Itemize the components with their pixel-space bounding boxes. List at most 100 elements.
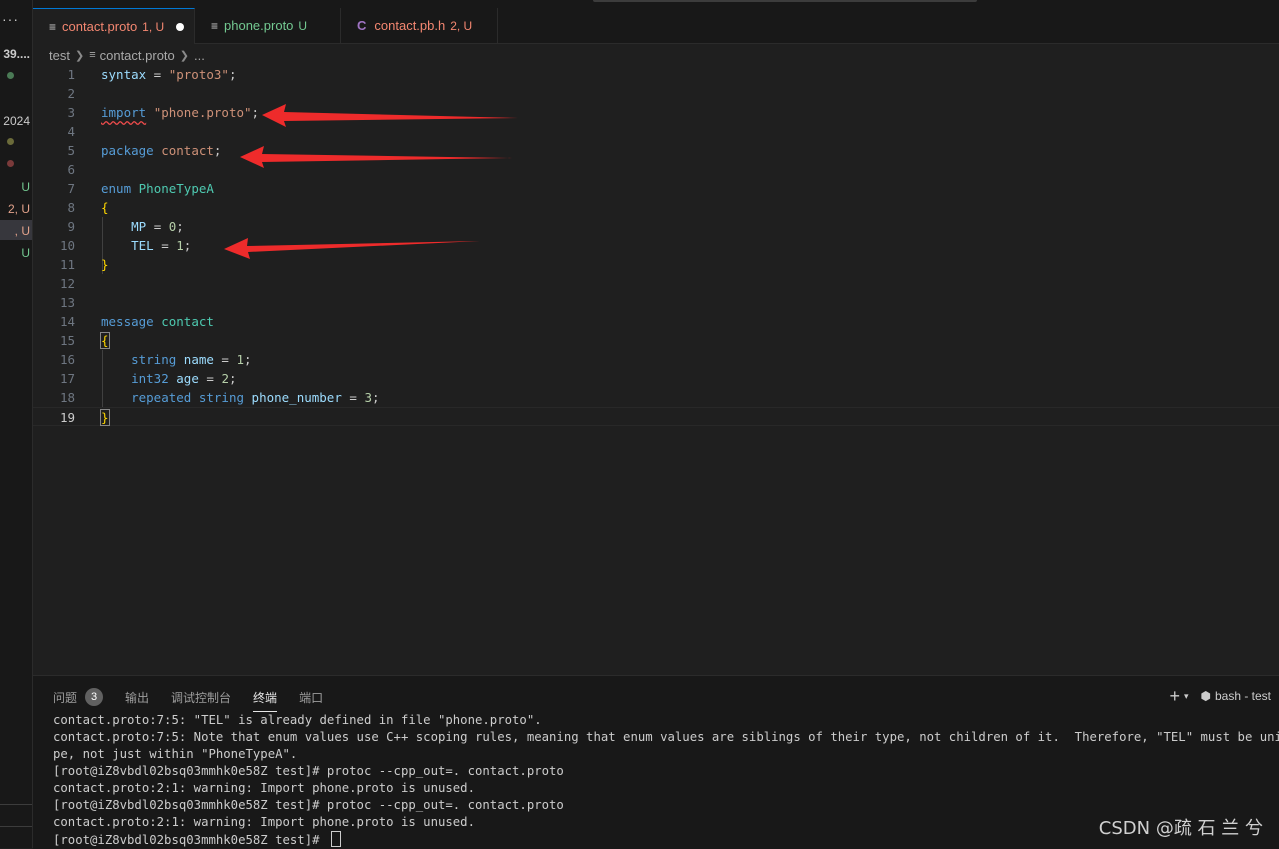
title-strip	[33, 0, 1279, 8]
new-terminal-plus-icon[interactable]: +	[1169, 686, 1180, 707]
watermark: CSDN @疏 石 兰 兮	[1098, 818, 1263, 839]
terminal-line: contact.proto:2:1: warning: Import phone…	[53, 815, 475, 829]
tab-label: 端口	[299, 690, 324, 705]
terminal-line: pe, not just within "PhoneTypeA".	[53, 747, 298, 761]
line-number: 10	[59, 238, 75, 253]
code-text: {	[100, 332, 110, 349]
tab-problems[interactable]: 问题 3	[53, 686, 104, 708]
status-dot-icon	[7, 138, 14, 145]
code-text: import "phone.proto";	[101, 105, 260, 120]
code-text: enum PhoneTypeA	[101, 181, 214, 196]
terminal-line: [root@iZ8vbdl02bsq03mmhk0e58Z test]# pro…	[53, 763, 564, 780]
line-number: 12	[59, 276, 75, 291]
code-line: 1 syntax = "proto3";	[33, 65, 1279, 84]
terminal-shell-icon: ⬢	[1200, 689, 1211, 703]
breadcrumb-file[interactable]: contact.proto	[100, 48, 175, 63]
tab-status: U	[298, 18, 308, 33]
terminal-line: [root@iZ8vbdl02bsq03mmhk0e58Z test]#	[53, 831, 341, 848]
tab-terminal[interactable]: 终端	[253, 686, 278, 712]
panel-tabs: 问题 3 输出 调试控制台 终端 端口	[53, 686, 345, 712]
code-text: TEL = 1;	[131, 238, 192, 253]
line-number: 4	[67, 124, 75, 139]
line-number: 5	[67, 143, 75, 158]
breadcrumb: test ❯ ≡ contact.proto ❯ ...	[49, 46, 205, 64]
code-line: 13	[33, 293, 1279, 312]
terminal-actions: + ▾ ⬢ bash - test	[1169, 686, 1271, 706]
sidebar-item-status[interactable]: 2, U	[8, 202, 30, 216]
code-line: 9 MP = 0;	[33, 217, 1279, 236]
line-number: 2	[67, 86, 75, 101]
code-line: 7 enum PhoneTypeA	[33, 179, 1279, 198]
terminal-line: [root@iZ8vbdl02bsq03mmhk0e58Z test]# pro…	[53, 797, 564, 814]
lines-icon: ≡	[49, 19, 57, 34]
tab-ports[interactable]: 端口	[299, 686, 323, 708]
code-text: string name = 1;	[131, 352, 252, 367]
command-center[interactable]	[593, 0, 977, 2]
sidebar-item-status[interactable]: U	[21, 180, 30, 194]
explorer-sidebar: ··· 39.... 2024 U 2, U , U U	[0, 0, 33, 848]
line-number: 13	[59, 295, 75, 310]
bottom-panel: 问题 3 输出 调试控制台 终端 端口 + ▾ ⬢ bash - test co…	[33, 675, 1279, 849]
code-line: 5 package contact;	[33, 141, 1279, 160]
tab-debug-console[interactable]: 调试控制台	[171, 686, 231, 708]
code-line: 4	[33, 122, 1279, 141]
line-number: 14	[59, 314, 75, 329]
tab-contact-pb-h[interactable]: C contact.pb.h 2, U	[341, 8, 498, 43]
sidebar-item-status[interactable]: , U	[15, 224, 30, 238]
sidebar-item-label[interactable]: 2024	[3, 114, 30, 128]
code-text: syntax = "proto3";	[101, 67, 237, 82]
code-line: 12	[33, 274, 1279, 293]
code-line: 3 import "phone.proto";	[33, 103, 1279, 122]
code-text: message contact	[101, 314, 214, 329]
line-number: 17	[59, 371, 75, 386]
tab-status: 2, U	[450, 18, 473, 33]
terminal-output[interactable]: contact.proto:7:5: "TEL" is already defi…	[53, 712, 1279, 849]
code-line: 6	[33, 160, 1279, 179]
code-line-current: 19}	[33, 407, 1279, 426]
tab-output[interactable]: 输出	[125, 686, 149, 708]
breadcrumb-folder[interactable]: test	[49, 48, 70, 63]
terminal-line-text: [root@iZ8vbdl02bsq03mmhk0e58Z test]# pro…	[53, 764, 564, 778]
terminal-name[interactable]: bash - test	[1215, 689, 1271, 703]
line-number: 15	[59, 333, 75, 348]
code-line: 15 {	[33, 331, 1279, 350]
status-dot-icon	[7, 72, 14, 79]
code-editor[interactable]: 1 syntax = "proto3"; 2 3 import "phone.pro…	[33, 65, 1279, 675]
code-text: package contact;	[101, 143, 222, 158]
modified-dot-icon[interactable]	[176, 22, 184, 31]
line-number: 3	[67, 105, 75, 120]
code-text: {	[101, 200, 109, 215]
tab-label: 问题	[53, 690, 78, 705]
terminal-cursor	[330, 831, 341, 847]
terminal-prompt: [root@iZ8vbdl02bsq03mmhk0e58Z test]#	[53, 833, 327, 847]
line-number: 7	[67, 181, 75, 196]
code-line: 2	[33, 84, 1279, 103]
divider	[0, 826, 32, 827]
line-number: 8	[67, 200, 75, 215]
tab-label: 终端	[253, 690, 278, 705]
divider	[0, 804, 32, 805]
terminal-line-text: [root@iZ8vbdl02bsq03mmhk0e58Z test]# pro…	[53, 798, 564, 812]
terminal-line: contact.proto:2:1: warning: Import phone…	[53, 781, 475, 795]
sidebar-item-status[interactable]: U	[21, 246, 30, 260]
code-text: repeated string phone_number = 3;	[131, 390, 380, 405]
code-line: 16 string name = 1;	[33, 350, 1279, 369]
tab-contact-proto[interactable]: ≡ contact.proto 1, U	[33, 8, 195, 44]
line-number: 11	[59, 257, 75, 272]
chevron-right-icon: ❯	[74, 49, 85, 62]
breadcrumb-tail[interactable]: ...	[194, 48, 205, 63]
code-line: 18 repeated string phone_number = 3;	[33, 388, 1279, 407]
tab-phone-proto[interactable]: ≡ phone.proto U	[195, 8, 341, 43]
code-line: 8{	[33, 198, 1279, 217]
line-number: 16	[59, 352, 75, 367]
tab-label: contact.pb.h	[374, 18, 446, 33]
tab-label: 调试控制台	[171, 690, 232, 705]
sidebar-item-label[interactable]: 39....	[3, 47, 30, 61]
ellipsis-icon[interactable]: ···	[2, 12, 19, 26]
terminal-line: contact.proto:7:5: "TEL" is already defi…	[53, 713, 542, 727]
terminal-line: contact.proto:7:5: Note that enum values…	[53, 730, 1279, 744]
chevron-down-icon[interactable]: ▾	[1184, 691, 1189, 702]
line-number: 9	[67, 219, 75, 234]
tab-label: phone.proto	[224, 18, 294, 33]
code-line: 10 TEL = 1;	[33, 236, 1279, 255]
